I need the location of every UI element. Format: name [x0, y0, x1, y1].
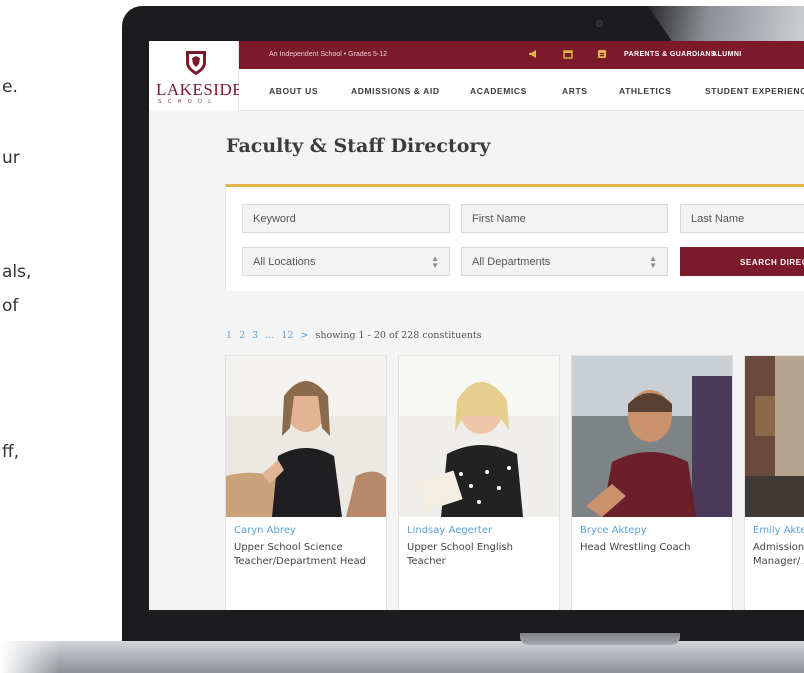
side-text-fragment: e. — [2, 77, 18, 97]
nav-arts[interactable]: ARTS — [562, 86, 588, 96]
person-name[interactable]: Lindsay Aegerter — [407, 525, 492, 536]
page-link-2[interactable]: 2 — [239, 330, 245, 341]
lid-glare — [648, 6, 804, 41]
search-panel: Keyword First Name Last Name All Locatio… — [225, 184, 804, 291]
nav-admissions-aid[interactable]: ADMISSIONS & AID — [351, 86, 440, 96]
side-text-fragment: ur — [2, 148, 20, 168]
laptop-notch — [520, 633, 680, 645]
chevron-updown-icon: ▲ ▼ — [431, 254, 439, 270]
page-link-1[interactable]: 1 — [226, 330, 232, 341]
person-card[interactable]: Lindsay Aegerter Upper School English Te… — [398, 355, 560, 610]
nav-student-experience[interactable]: STUDENT EXPERIENC — [705, 86, 804, 96]
location-select-value: All Locations — [253, 256, 316, 268]
person-card[interactable]: Bryce Aktepy Head Wrestling Coach — [571, 355, 733, 610]
page-link-12[interactable]: 12 — [281, 330, 293, 341]
side-text-fragment: of — [2, 296, 19, 316]
logo-subtext: SCHOOL — [158, 99, 218, 105]
person-name[interactable]: Bryce Aktepy — [580, 525, 647, 536]
nav-athletics[interactable]: ATHLETICS — [619, 86, 671, 96]
main-nav: ABOUT US ADMISSIONS & AID ACADEMICS ARTS… — [239, 69, 804, 111]
person-photo[interactable] — [226, 356, 386, 517]
person-title: Admission Aid Opera Manager/ Associate — [753, 542, 804, 567]
person-name[interactable]: Caryn Abrey — [234, 525, 296, 536]
person-photo[interactable] — [572, 356, 732, 517]
keyword-input[interactable]: Keyword — [242, 204, 450, 233]
crest-icon — [186, 51, 206, 75]
department-select[interactable]: All Departments ▲ ▼ — [461, 247, 668, 276]
alumni-link[interactable]: ALUMNI — [712, 51, 742, 58]
side-text-fragment: als, — [2, 262, 32, 282]
logo-wordmark: LAKESIDE — [156, 80, 244, 99]
calendar-icon[interactable] — [563, 49, 573, 59]
search-directory-button[interactable]: SEARCH DIREC — [680, 247, 804, 276]
parents-guardians-link[interactable]: PARENTS & GUARDIANS — [624, 51, 716, 58]
person-photo[interactable] — [745, 356, 804, 517]
tagline: An Independent School • Grades 5-12 — [269, 51, 388, 58]
person-name[interactable]: Emily Akte — [753, 525, 804, 536]
person-title: Upper School English Teacher — [407, 542, 513, 567]
side-text-fragment: ff, — [2, 442, 20, 462]
nav-about-us[interactable]: ABOUT US — [269, 86, 318, 96]
id-card-icon[interactable] — [597, 49, 607, 59]
results-summary: showing 1 - 20 of 228 constituents — [315, 330, 482, 341]
person-title: Head Wrestling Coach — [580, 542, 691, 553]
page-ellipsis: ... — [265, 330, 275, 341]
person-photo[interactable] — [399, 356, 559, 517]
base-fade — [0, 641, 60, 673]
next-page-link[interactable]: > — [300, 330, 308, 341]
chevron-updown-icon: ▲ ▼ — [649, 254, 657, 270]
nav-academics[interactable]: ACADEMICS — [470, 86, 527, 96]
utility-bar: An Independent School • Grades 5-12 PARE… — [239, 41, 804, 69]
first-name-input[interactable]: First Name — [461, 204, 668, 233]
megaphone-icon[interactable] — [528, 49, 538, 59]
page-title: Faculty & Staff Directory — [226, 135, 491, 157]
person-card[interactable]: Emily Akte Admission Aid Opera Manager/ … — [744, 355, 804, 610]
person-title: Upper School Science Teacher/Department … — [234, 542, 366, 567]
person-card[interactable]: Caryn Abrey Upper School Science Teacher… — [225, 355, 387, 610]
department-select-value: All Departments — [472, 256, 551, 268]
last-name-input[interactable]: Last Name — [680, 204, 804, 233]
laptop-screen: LAKESIDE SCHOOL An Independent School • … — [149, 41, 804, 610]
webcam — [596, 20, 603, 27]
laptop-base — [0, 641, 804, 673]
pagination: 1 2 3 ... 12 > showing 1 - 20 of 228 con… — [226, 330, 482, 341]
location-select[interactable]: All Locations ▲ ▼ — [242, 247, 450, 276]
logo[interactable]: LAKESIDE SCHOOL — [149, 41, 243, 111]
page-link-3[interactable]: 3 — [252, 330, 258, 341]
